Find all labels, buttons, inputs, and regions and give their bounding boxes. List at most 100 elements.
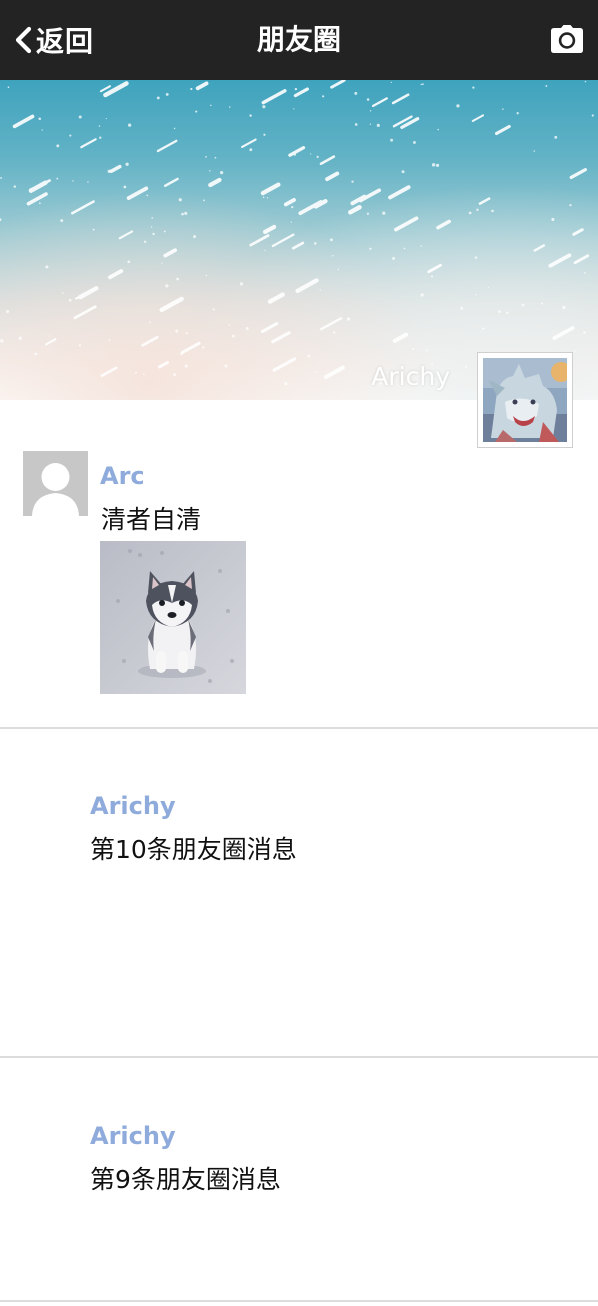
snow-dot: [584, 80, 587, 83]
snow-dot: [38, 117, 42, 121]
snow-dot: [146, 194, 149, 197]
snow-dot: [249, 148, 253, 152]
post-photo[interactable]: [100, 541, 246, 694]
rain-streak: [126, 186, 149, 200]
snow-dot: [412, 347, 415, 350]
snow-dot: [472, 86, 475, 89]
rain-streak: [272, 357, 297, 372]
camera-icon: [551, 25, 583, 53]
snow-dot: [545, 85, 548, 87]
rain-streak: [195, 81, 209, 91]
snow-dot: [99, 136, 102, 139]
snow-dot: [195, 110, 198, 113]
rain-streak: [288, 146, 306, 157]
rain-streak: [163, 248, 177, 258]
rain-streak: [319, 155, 336, 165]
camera-button[interactable]: [550, 24, 584, 54]
rain-streak: [260, 322, 279, 334]
snow-dot: [161, 262, 163, 264]
snow-dot: [45, 265, 49, 269]
snow-dot: [224, 364, 228, 368]
snow-dot: [498, 310, 501, 313]
snow-dot: [205, 155, 207, 158]
snow-dot: [329, 238, 333, 242]
rain-streak: [141, 335, 159, 347]
snow-dot: [569, 203, 572, 207]
snow-dot: [105, 117, 107, 120]
snow-dot: [263, 133, 266, 136]
snow-dot: [193, 235, 197, 239]
rain-streak: [156, 139, 178, 153]
snow-dot: [181, 212, 184, 216]
snow-dot: [123, 185, 127, 189]
rain-streak: [283, 197, 296, 207]
post-author-name[interactable]: Arichy: [90, 792, 176, 820]
snow-dot: [487, 286, 489, 289]
snow-dot: [562, 305, 566, 310]
husky-puppy-image: [100, 541, 246, 694]
rain-streak: [103, 81, 129, 98]
snow-dot: [460, 306, 464, 310]
snow-dot: [437, 128, 439, 131]
post-author-name[interactable]: Arichy: [90, 1122, 176, 1150]
rain-streak: [478, 197, 491, 205]
rain-streak: [12, 114, 35, 129]
rain-streak: [320, 317, 343, 331]
rain-streak: [262, 224, 277, 235]
snow-dot: [173, 127, 176, 130]
snow-dot: [152, 232, 155, 236]
top-navigation-bar: 返回 朋友圈: [0, 0, 598, 80]
post-text: 第10条朋友圈消息: [90, 835, 297, 864]
snow-dot: [506, 311, 509, 315]
snow-dot: [6, 309, 10, 313]
snow-dot: [314, 242, 317, 245]
rain-streak: [77, 286, 99, 300]
back-button[interactable]: 返回: [12, 20, 94, 60]
snow-dot: [264, 249, 266, 251]
post-divider: [0, 1300, 598, 1302]
snow-dot: [127, 260, 131, 264]
cover-user-name: Arichy: [371, 362, 450, 391]
post-author-avatar[interactable]: [23, 451, 88, 516]
post-text: 清者自清: [101, 505, 202, 534]
my-avatar[interactable]: [477, 352, 573, 448]
snow-dot: [413, 141, 416, 144]
post-author-name[interactable]: Arc: [100, 462, 145, 490]
snow-dot: [60, 219, 64, 223]
rain-streak: [181, 341, 201, 354]
snow-dot: [173, 373, 177, 376]
rain-streak: [569, 168, 587, 180]
snow-dot: [72, 180, 74, 182]
snow-dot: [293, 153, 297, 156]
snow-dot: [13, 185, 17, 188]
snow-dot: [262, 105, 266, 109]
rain-streak: [372, 97, 388, 108]
snow-dot: [332, 255, 334, 257]
snow-dot: [315, 371, 317, 374]
rain-streak: [73, 305, 97, 320]
snow-dot: [403, 247, 406, 250]
snow-dot: [422, 83, 424, 86]
snow-dot: [229, 106, 231, 108]
snow-dot: [0, 176, 3, 179]
snow-dot: [18, 336, 22, 340]
snow-dot: [369, 247, 372, 250]
rain-streak: [70, 200, 95, 215]
rain-streak: [208, 177, 222, 188]
rain-streak: [45, 338, 57, 346]
snow-dot: [482, 327, 485, 330]
snow-dot: [34, 352, 38, 356]
snow-dot: [176, 277, 179, 281]
snow-dot: [56, 177, 59, 180]
snow-dot: [369, 110, 372, 112]
snow-dot: [310, 153, 312, 155]
rain-streak: [108, 269, 124, 280]
rain-streak: [392, 332, 409, 343]
snow-dot: [205, 274, 208, 277]
snow-dot: [420, 245, 422, 247]
snow-dot: [228, 324, 231, 326]
snow-dot: [210, 104, 212, 107]
snow-dot: [390, 138, 394, 142]
snow-dot: [214, 156, 217, 159]
page-title: 朋友圈: [256, 23, 341, 56]
